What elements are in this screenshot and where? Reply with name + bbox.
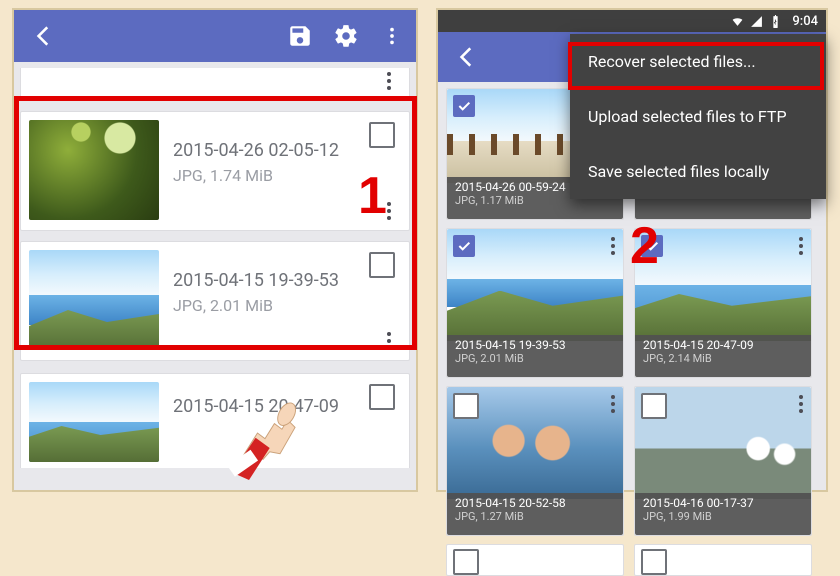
- file-title: 2015-04-15 20-52-58: [455, 496, 615, 510]
- file-title: 2015-04-16 00-17-37: [643, 496, 803, 510]
- step-number-2: 2: [630, 216, 659, 276]
- back-icon[interactable]: [30, 22, 58, 50]
- more-icon[interactable]: [799, 395, 803, 413]
- checkbox[interactable]: [369, 384, 395, 410]
- overflow-icon[interactable]: [378, 22, 406, 50]
- file-sub: JPG, 2.14 MiB: [643, 352, 803, 365]
- status-bar: 9:04: [438, 10, 826, 32]
- file-sub: JPG, 1.99 MiB: [643, 510, 803, 523]
- file-title: 2015-04-15 19-39-53: [455, 338, 615, 352]
- grid-item[interactable]: 2015-04-15 19-39-53JPG, 2.01 MiB: [446, 228, 624, 378]
- checkbox[interactable]: [641, 393, 667, 419]
- more-icon[interactable]: [799, 237, 803, 255]
- thumbnail: [29, 382, 159, 462]
- file-sub: JPG, 1.27 MiB: [455, 510, 615, 523]
- gear-icon[interactable]: [332, 22, 360, 50]
- grid-item[interactable]: [634, 544, 812, 576]
- grid-item[interactable]: [446, 544, 624, 576]
- signal-icon: [750, 15, 763, 28]
- more-icon[interactable]: [611, 237, 615, 255]
- checkbox-checked[interactable]: [453, 235, 475, 257]
- more-icon[interactable]: [387, 72, 391, 90]
- clock: 9:04: [792, 14, 818, 29]
- menu-upload-ftp[interactable]: Upload selected files to FTP: [570, 89, 826, 144]
- step-number-1: 1: [358, 166, 387, 226]
- annotation-highlight-2: [568, 42, 824, 90]
- save-icon[interactable]: [286, 22, 314, 50]
- wifi-icon: [731, 15, 744, 28]
- battery-icon: [769, 15, 782, 28]
- annotation-highlight-1: [14, 96, 417, 350]
- file-sub: JPG, 2.01 MiB: [455, 352, 615, 365]
- grid-item[interactable]: 2015-04-15 20-52-58JPG, 1.27 MiB: [446, 386, 624, 536]
- back-icon[interactable]: [454, 44, 480, 70]
- grid-item[interactable]: 2015-04-16 00-17-37JPG, 1.99 MiB: [634, 386, 812, 536]
- checkbox[interactable]: [453, 549, 479, 575]
- pointer-hand-icon: [218, 386, 312, 480]
- file-title: 2015-04-15 20-47-09: [643, 338, 803, 352]
- more-icon[interactable]: [611, 395, 615, 413]
- checkbox[interactable]: [641, 549, 667, 575]
- checkbox[interactable]: [453, 393, 479, 419]
- app-bar: [14, 10, 416, 62]
- grid-item[interactable]: 2015-04-15 20-47-09JPG, 2.14 MiB: [634, 228, 812, 378]
- list-item[interactable]: 2015-04-15 20-47-09: [20, 373, 410, 468]
- menu-save-local[interactable]: Save selected files locally: [570, 144, 826, 199]
- checkbox-checked[interactable]: [453, 95, 475, 117]
